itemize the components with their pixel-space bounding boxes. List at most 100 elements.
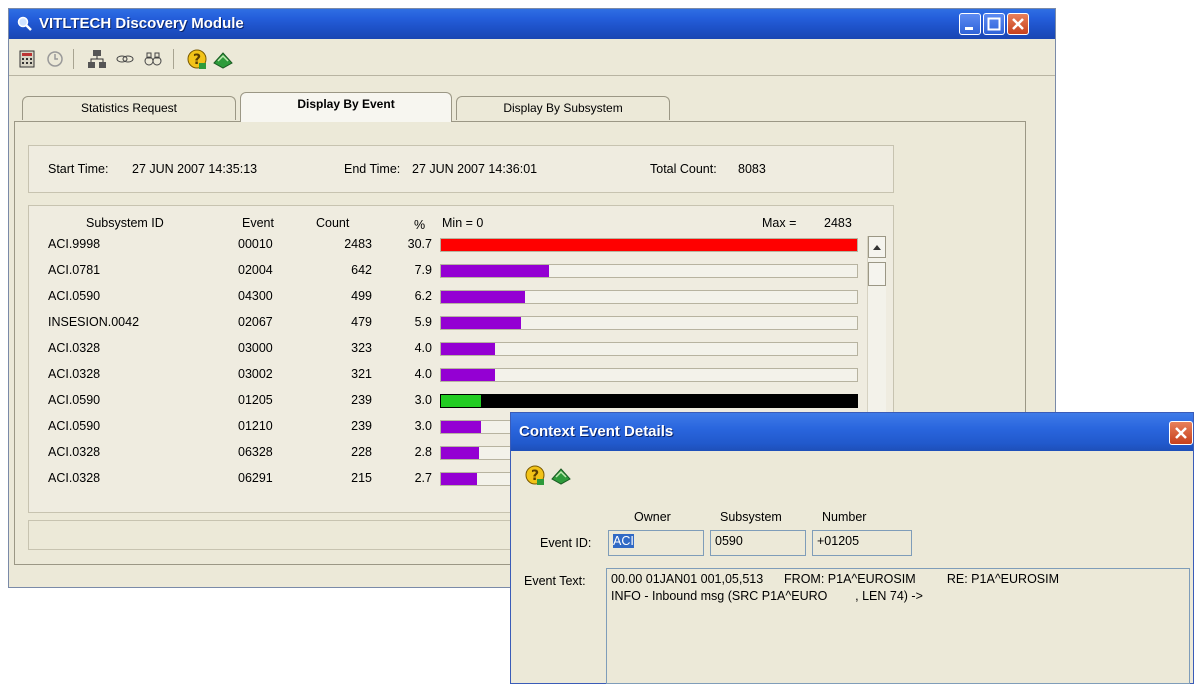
percent-cell: 3.0: [414, 419, 432, 433]
calculator-icon: [19, 50, 35, 68]
header-min: Min = 0: [442, 216, 484, 230]
subsystem-id-cell: ACI.0590: [48, 289, 101, 303]
clock-button[interactable]: [43, 47, 67, 71]
app-icon: [17, 16, 32, 31]
close-button[interactable]: [1007, 13, 1029, 35]
connect-button[interactable]: [113, 47, 137, 71]
subsystem-id-cell: ACI.0781: [48, 263, 101, 277]
subsystem-id-cell: ACI.0590: [48, 419, 101, 433]
number-field[interactable]: +01205: [812, 530, 912, 556]
event-text-label: Event Text:: [524, 574, 586, 588]
event-cell: 06328: [238, 445, 273, 459]
header-max-label: Max =: [762, 216, 797, 230]
exit-button[interactable]: [211, 47, 235, 71]
window-title: VITLTECH Discovery Module: [39, 15, 244, 32]
event-cell: 04300: [238, 289, 273, 303]
count-bar-track: [440, 394, 858, 408]
toolbar-separator: [173, 49, 174, 69]
count-bar: [441, 265, 549, 277]
scroll-up-button[interactable]: [868, 236, 886, 258]
count-bar: [441, 239, 857, 251]
count-cell: 228: [351, 445, 372, 459]
dialog-close-button[interactable]: [1169, 421, 1193, 445]
toolbar: ?: [9, 41, 1055, 76]
percent-cell: 30.7: [407, 237, 432, 251]
dialog-title-bar[interactable]: Context Event Details: [511, 413, 1193, 451]
count-cell: 2483: [344, 237, 372, 251]
count-bar: [441, 343, 495, 355]
count-bar-track: [440, 264, 858, 278]
start-time-label: Start Time:: [48, 162, 109, 176]
title-bar[interactable]: VITLTECH Discovery Module: [9, 9, 1055, 39]
owner-value: ACI: [613, 534, 634, 548]
event-cell: 01210: [238, 419, 273, 433]
subsystem-id-cell: ACI.0328: [48, 367, 101, 381]
dialog-help-button[interactable]: ?: [523, 463, 547, 487]
tab-display-by-event[interactable]: Display By Event: [240, 92, 452, 122]
subsystem-id-cell: ACI.9998: [48, 237, 101, 251]
minimize-icon: [965, 27, 973, 30]
count-bar-track: [440, 316, 858, 330]
tab-display-by-subsystem[interactable]: Display By Subsystem: [456, 96, 670, 120]
help-icon: ?: [187, 49, 207, 69]
event-cell: 00010: [238, 237, 273, 251]
event-id-label: Event ID:: [540, 536, 592, 550]
count-cell: 321: [351, 367, 372, 381]
count-bar-track: [440, 342, 858, 356]
maximize-icon: [987, 17, 1001, 31]
event-cell: 02004: [238, 263, 273, 277]
percent-cell: 5.9: [414, 315, 432, 329]
close-icon: [1175, 427, 1187, 439]
subsystem-id-cell: ACI.0590: [48, 393, 101, 407]
count-bar: [441, 473, 477, 485]
binoculars-button[interactable]: [141, 47, 165, 71]
header-event: Event: [242, 216, 274, 230]
count-cell: 239: [351, 393, 372, 407]
network-button[interactable]: [85, 47, 109, 71]
scroll-thumb[interactable]: [868, 262, 886, 286]
event-cell: 01205: [238, 393, 273, 407]
total-count-value: 8083: [738, 162, 766, 176]
count-bar-track: [440, 238, 858, 252]
subsystem-id-cell: ACI.0328: [48, 341, 101, 355]
subsystem-id-cell: INSESION.0042: [48, 315, 140, 329]
count-bar: [441, 447, 479, 459]
count-bar: [441, 369, 495, 381]
exit-icon: [551, 468, 571, 485]
count-bar-track: [440, 290, 858, 304]
help-button[interactable]: ?: [185, 47, 209, 71]
count-cell: 642: [351, 263, 372, 277]
minimize-button[interactable]: [959, 13, 981, 35]
event-text-line: INFO - Inbound msg (SRC P1A^EURO , LEN 7…: [611, 589, 923, 603]
percent-cell: 3.0: [414, 393, 432, 407]
percent-cell: 2.8: [414, 445, 432, 459]
tab-statistics-request[interactable]: Statistics Request: [22, 96, 236, 120]
subsystem-id-cell: ACI.0328: [48, 445, 101, 459]
event-text-area[interactable]: 00.00 01JAN01 001,05,513 FROM: P1A^EUROS…: [606, 568, 1190, 684]
subsystem-id-cell: ACI.0328: [48, 471, 101, 485]
end-time-label: End Time:: [344, 162, 401, 176]
percent-cell: 7.9: [414, 263, 432, 277]
arrow-up-icon: [873, 245, 881, 250]
maximize-button[interactable]: [983, 13, 1005, 35]
event-cell: 06291: [238, 471, 273, 485]
clock-icon: [47, 51, 63, 67]
calculator-button[interactable]: [15, 47, 39, 71]
subsystem-field[interactable]: 0590: [710, 530, 806, 556]
subsystem-label: Subsystem: [720, 510, 782, 524]
percent-cell: 6.2: [414, 289, 432, 303]
owner-label: Owner: [634, 510, 671, 524]
number-label: Number: [822, 510, 867, 524]
end-time-value: 27 JUN 2007 14:36:01: [412, 162, 538, 176]
header-count: Count: [316, 216, 350, 230]
count-bar: [441, 395, 481, 407]
header-subsystem-id: Subsystem ID: [86, 216, 164, 230]
count-cell: 239: [351, 419, 372, 433]
percent-cell: 4.0: [414, 367, 432, 381]
owner-field[interactable]: ACI: [608, 530, 704, 556]
count-cell: 215: [351, 471, 372, 485]
header-max-value: 2483: [824, 216, 852, 230]
dialog-exit-button[interactable]: [549, 463, 573, 487]
binoculars-icon: [144, 52, 162, 66]
total-count-label: Total Count:: [650, 162, 717, 176]
